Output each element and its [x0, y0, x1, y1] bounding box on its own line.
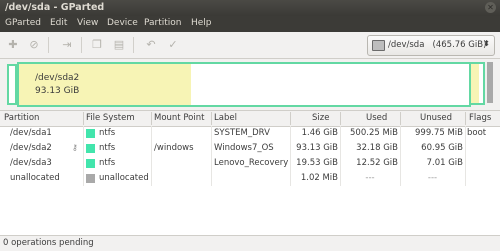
table-row[interactable]: unallocated unallocated 1.02 MiB --- ---: [0, 171, 500, 186]
col-header-used[interactable]: Used: [366, 113, 387, 123]
col-header-mountpoint[interactable]: Mount Point: [154, 113, 204, 123]
toolbar-separator: [48, 37, 49, 53]
partition-block-unallocated[interactable]: [487, 62, 493, 103]
table-row[interactable]: /dev/sda1 ntfs SYSTEM_DRV 1.46 GiB 500.2…: [0, 126, 500, 141]
cell-filesystem: ntfs: [99, 143, 116, 153]
table-row[interactable]: /dev/sda2 ⚷ ntfs /windows Windows7_OS 93…: [0, 141, 500, 156]
menu-edit[interactable]: Edit: [50, 18, 67, 28]
window-title: /dev/sda - GParted: [5, 2, 105, 13]
cell-size: 19.53 GiB: [296, 158, 338, 168]
table-row[interactable]: /dev/sda3 ntfs Lenovo_Recovery 19.53 GiB…: [0, 156, 500, 171]
cell-used: 12.52 GiB: [356, 158, 398, 168]
toolbar-separator: [81, 37, 82, 53]
col-header-label[interactable]: Label: [214, 113, 237, 123]
fs-color-swatch: [86, 144, 95, 153]
cell-used: 32.18 GiB: [356, 143, 398, 153]
partition-table: Partition File System Mount Point Label …: [0, 110, 500, 236]
partition-block-size: 93.13 GiB: [35, 86, 80, 96]
operations-pending-text: 0 operations pending: [3, 238, 94, 248]
cell-partition: unallocated: [10, 173, 60, 183]
cell-unused: 999.75 MiB: [415, 128, 463, 138]
partition-block-name: /dev/sda2: [35, 73, 80, 83]
device-selector-label: /dev/sda (465.76 GiB): [388, 40, 487, 50]
menu-help[interactable]: Help: [191, 18, 212, 28]
cell-mountpoint: /windows: [154, 143, 194, 153]
menu-device[interactable]: Device: [107, 18, 138, 28]
cell-label: Windows7_OS: [214, 143, 274, 153]
resize-move-icon[interactable]: ⇥: [60, 38, 74, 52]
cell-unused: ---: [427, 173, 438, 183]
cell-filesystem: unallocated: [99, 173, 149, 183]
key-icon: ⚷: [72, 143, 78, 152]
cell-partition: /dev/sda1: [10, 128, 52, 138]
partition-block-sda3[interactable]: [469, 62, 485, 105]
new-icon[interactable]: ✚: [6, 38, 20, 52]
close-icon[interactable]: ✕: [485, 2, 496, 13]
cell-label: Lenovo_Recovery: [214, 158, 289, 168]
partition-block-sda2[interactable]: /dev/sda2 93.13 GiB: [17, 62, 471, 107]
col-header-unused[interactable]: Unused: [420, 113, 452, 123]
cell-partition: /dev/sda3: [10, 158, 52, 168]
col-header-filesystem[interactable]: File System: [86, 113, 135, 123]
dropdown-arrow-icon: ⬍: [483, 39, 490, 48]
toolbar-separator: [133, 37, 134, 53]
title-bar: /dev/sda - GParted ✕: [0, 0, 500, 16]
col-header-size[interactable]: Size: [312, 113, 329, 123]
undo-icon[interactable]: ↶: [144, 38, 158, 52]
fs-color-swatch: [86, 159, 95, 168]
cell-flags: boot: [467, 128, 487, 138]
cell-unused: 60.95 GiB: [421, 143, 463, 153]
used-space-fill: [19, 64, 191, 105]
table-header: Partition File System Mount Point Label …: [0, 111, 500, 127]
menu-bar: GParted Edit View Device Partition Help: [0, 16, 500, 32]
menu-partition[interactable]: Partition: [144, 18, 182, 28]
col-header-flags[interactable]: Flags: [469, 113, 491, 123]
cell-filesystem: ntfs: [99, 158, 116, 168]
cell-label: SYSTEM_DRV: [214, 128, 270, 138]
menu-gparted[interactable]: GParted: [5, 18, 41, 28]
fs-color-swatch: [86, 174, 95, 183]
cell-used: ---: [365, 173, 375, 183]
cell-size: 1.02 MiB: [300, 173, 338, 183]
col-header-partition[interactable]: Partition: [4, 113, 39, 123]
cell-partition: /dev/sda2: [10, 143, 52, 153]
partition-block-sda1[interactable]: [7, 64, 17, 105]
cell-used: 500.25 MiB: [350, 128, 398, 138]
cell-size: 93.13 GiB: [296, 143, 338, 153]
copy-icon[interactable]: ❐: [90, 38, 104, 52]
delete-icon[interactable]: ⊘: [27, 38, 41, 52]
paste-icon[interactable]: ▤: [112, 38, 126, 52]
cell-size: 1.46 GiB: [301, 128, 338, 138]
menu-view[interactable]: View: [77, 18, 98, 28]
harddisk-icon: [372, 40, 385, 51]
used-space-fill: [471, 64, 479, 103]
cell-unused: 7.01 GiB: [426, 158, 463, 168]
cell-filesystem: ntfs: [99, 128, 116, 138]
apply-icon[interactable]: ✓: [166, 38, 180, 52]
status-bar: 0 operations pending: [0, 235, 500, 251]
device-selector[interactable]: /dev/sda (465.76 GiB) ⬍: [367, 35, 495, 56]
fs-color-swatch: [86, 129, 95, 138]
